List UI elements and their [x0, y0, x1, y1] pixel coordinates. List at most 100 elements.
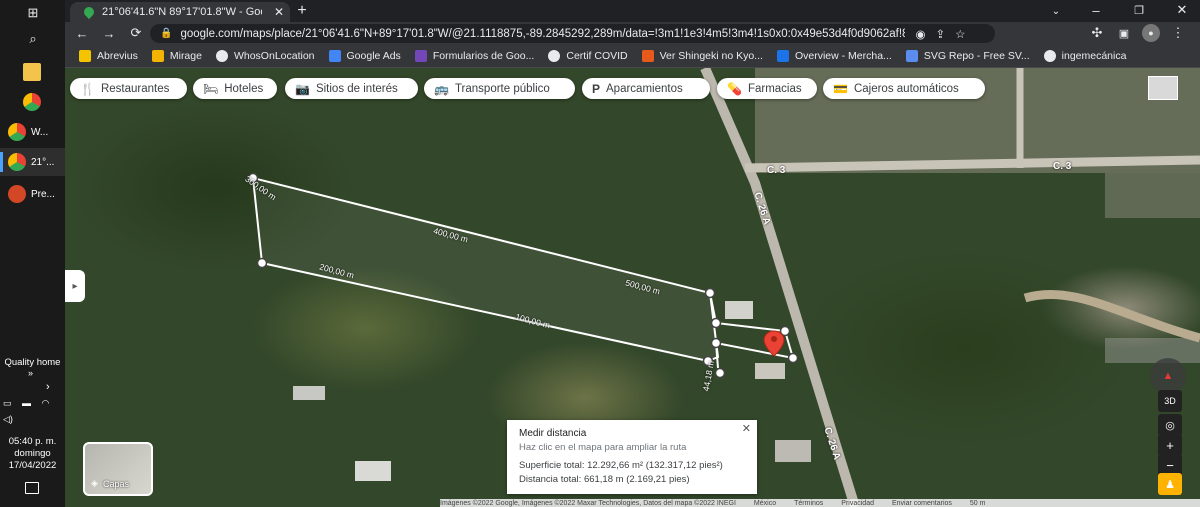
chevron-right-icon[interactable]: ›: [46, 381, 50, 393]
system-tray-icons[interactable]: ▭ ▬ ◠: [3, 398, 53, 409]
profile-avatar[interactable]: ●: [1142, 24, 1160, 42]
bookmark-favicon-icon: [641, 50, 654, 62]
folder-icon: [151, 50, 164, 62]
satellite-map[interactable]: 300,00 m 400,00 m 200,00 m 500,00 m 100,…: [65, 68, 1200, 507]
globe-icon: [1043, 50, 1056, 62]
reload-icon[interactable]: ⟳: [127, 24, 145, 42]
bookmark-favicon-icon: [905, 50, 918, 62]
bookmark-item[interactable]: Ver Shingeki no Kyo...: [641, 50, 763, 62]
bookmark-item[interactable]: Mirage: [151, 50, 202, 62]
chip-sitios-de-interes[interactable]: 📷 Sitios de interés: [285, 78, 418, 99]
volume-icon[interactable]: ◁): [3, 414, 13, 425]
bed-icon: 🛏: [203, 81, 219, 96]
bookmark-item[interactable]: Certif COVID: [548, 50, 628, 62]
compass-control[interactable]: ▲: [1150, 358, 1186, 394]
location-icon[interactable]: ◉: [915, 27, 925, 41]
clock-day: domingo: [14, 448, 51, 459]
building: [355, 461, 391, 481]
chip-restaurantes[interactable]: 🍴 Restaurantes: [70, 78, 187, 99]
chip-hoteles[interactable]: 🛏 Hoteles: [193, 78, 277, 99]
scale-bar[interactable]: 50 m: [970, 500, 986, 507]
back-icon[interactable]: ←: [73, 24, 91, 42]
camera-icon: 📷: [295, 81, 310, 96]
browser-tab[interactable]: 21°06'41.6"N 89°17'01.8"W - Goo ✕: [70, 2, 290, 22]
chip-label: Sitios de interés: [315, 82, 398, 95]
restore-icon[interactable]: ❐: [1130, 1, 1148, 19]
chip-aparcamientos[interactable]: P Aparcamientos: [582, 78, 710, 99]
search-icon[interactable]: ⌕: [24, 30, 42, 48]
chrome-taskbar-item[interactable]: [0, 88, 65, 116]
file-explorer-taskbar-item[interactable]: [0, 58, 65, 86]
bookmark-label: ingemecánica: [1061, 50, 1127, 62]
bookmark-item[interactable]: Overview - Mercha...: [776, 50, 892, 62]
pegman-icon[interactable]: ♟: [1158, 473, 1182, 495]
tilt-3d-button[interactable]: 3D: [1158, 390, 1182, 412]
country-label[interactable]: México: [754, 500, 776, 507]
parking-icon: P: [592, 81, 601, 96]
location-target-icon[interactable]: ◎: [1158, 414, 1182, 436]
privacy-link[interactable]: Privacidad: [841, 500, 874, 507]
close-tab-icon[interactable]: ✕: [274, 5, 284, 19]
menu-kebab-icon[interactable]: ⋮: [1169, 24, 1187, 42]
total-area: Superficie total: 12.292,66 m² (132.317,…: [519, 460, 723, 471]
atm-card-icon: 💳: [833, 81, 848, 96]
extensions-icon[interactable]: ✣: [1088, 24, 1106, 42]
bookmark-item[interactable]: Formularios de Goo...: [414, 50, 534, 62]
bookmark-star-icon[interactable]: ☆: [955, 27, 965, 41]
clock-time[interactable]: 05:40 p. m.: [0, 436, 65, 447]
minimize-icon[interactable]: –: [1087, 1, 1105, 19]
measure-hint: Haz clic en el mapa para ampliar la ruta: [519, 442, 687, 453]
dirt-road: [1023, 289, 1200, 343]
bookmark-label: Overview - Mercha...: [794, 50, 892, 62]
send-feedback-link[interactable]: Enviar comentarios: [892, 500, 952, 507]
bookmark-label: SVG Repo - Free SV...: [923, 50, 1030, 62]
forward-icon[interactable]: →: [100, 24, 118, 42]
google-forms-icon: [414, 50, 427, 62]
taskbar-window-item[interactable]: Pre...: [0, 180, 65, 208]
bookmark-item[interactable]: Google Ads: [328, 50, 401, 62]
bookmarks-bar: Abrevius Mirage WhosOnLocation Google Ad…: [65, 45, 1200, 68]
notifications-icon[interactable]: [25, 482, 39, 494]
expand-side-panel-button[interactable]: ▸: [65, 270, 85, 302]
bookmark-item[interactable]: WhosOnLocation: [215, 50, 315, 62]
fork-knife-icon: 🍴: [80, 81, 95, 96]
map-attribution-bar: Imágenes ©2022 Google, Imágenes ©2022 Ma…: [440, 499, 1200, 507]
chip-label: Aparcamientos: [606, 82, 683, 95]
share-icon[interactable]: ⇪: [936, 27, 946, 41]
layers-button[interactable]: ◈ Capas: [83, 442, 153, 496]
close-window-icon[interactable]: ✕: [1173, 1, 1191, 19]
new-tab-icon[interactable]: +: [293, 2, 311, 20]
chip-label: Cajeros automáticos: [853, 82, 959, 95]
account-avatar[interactable]: [1148, 76, 1178, 100]
chip-cajeros-automaticos[interactable]: 💳 Cajeros automáticos: [823, 78, 985, 99]
tab-title: 21°06'41.6"N 89°17'01.8"W - Goo: [102, 6, 262, 18]
taskbar-window-item[interactable]: W...: [0, 118, 65, 146]
taskbar-item-label: W...: [31, 126, 49, 138]
browser-tab-strip: 21°06'41.6"N 89°17'01.8"W - Goo ✕ + ⌄ – …: [65, 0, 1200, 22]
windows-start-icon[interactable]: ⊞: [24, 4, 42, 22]
chip-transporte-publico[interactable]: 🚌 Transporte público: [424, 78, 575, 99]
google-ads-icon: [328, 50, 341, 62]
bus-icon: 🚌: [434, 81, 449, 96]
taskbar-window-item[interactable]: 21°...: [0, 148, 65, 176]
tab-search-chevron-icon[interactable]: ⌄: [1047, 2, 1065, 20]
building: [725, 301, 753, 319]
terms-link[interactable]: Términos: [794, 500, 823, 507]
chevron-up-icon[interactable]: »: [28, 368, 33, 378]
side-panel-icon[interactable]: ▣: [1115, 24, 1133, 42]
zoom-in-button[interactable]: +: [1158, 434, 1182, 456]
close-icon[interactable]: ✕: [742, 422, 751, 435]
bookmark-favicon-icon: [79, 50, 91, 62]
chip-label: Restaurantes: [100, 82, 170, 95]
bookmark-item[interactable]: Abrevius: [79, 50, 138, 62]
pharmacy-icon: 💊: [727, 81, 742, 96]
bookmark-label: Google Ads: [346, 50, 401, 62]
bookmark-item[interactable]: SVG Repo - Free SV...: [905, 50, 1030, 62]
chrome-icon: [8, 153, 26, 171]
address-bar[interactable]: 🔒 google.com/maps/place/21°06'41.6"N+89°…: [150, 24, 995, 43]
attribution-text: Imágenes ©2022 Google, Imágenes ©2022 Ma…: [440, 499, 736, 507]
chip-farmacias[interactable]: 💊 Farmacias: [717, 78, 817, 99]
bookmark-label: Mirage: [169, 50, 202, 62]
pin-dot: [771, 336, 777, 342]
bookmark-item[interactable]: ingemecánica: [1043, 50, 1127, 62]
